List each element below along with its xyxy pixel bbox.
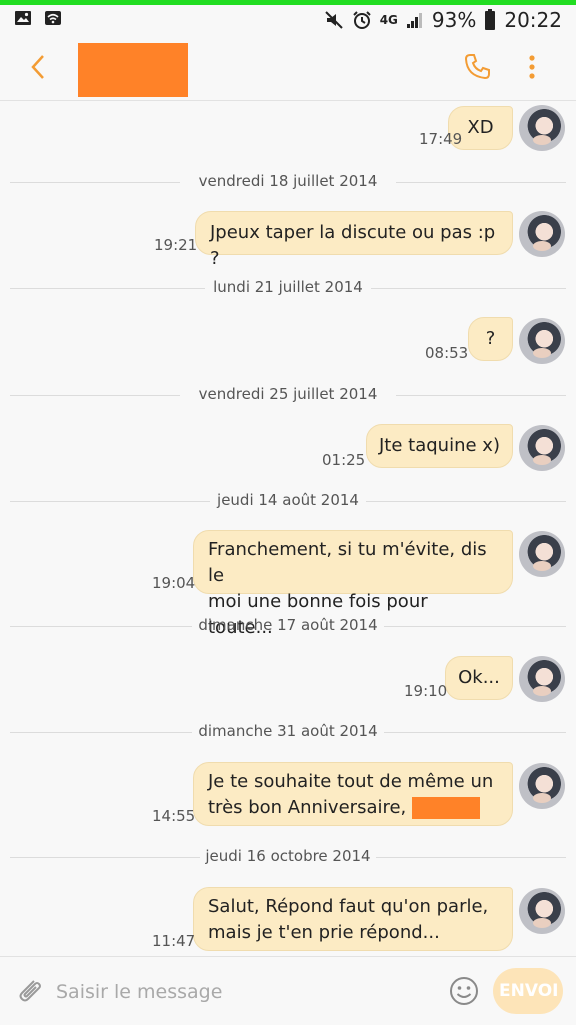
mute-icon: [324, 11, 343, 29]
avatar[interactable]: [519, 211, 565, 257]
message-bubble[interactable]: Jpeux taper la discute ou pas :p ?: [195, 211, 513, 269]
message-bubble[interactable]: Je te souhaite tout de même un très bon …: [193, 762, 513, 826]
message-time: 01:25: [322, 451, 366, 469]
date-label: vendredi 25 juillet 2014: [198, 385, 378, 403]
message-row: XD 17:49: [0, 101, 576, 161]
avatar[interactable]: [519, 763, 565, 809]
message-bubble[interactable]: Jte taquine x): [366, 424, 513, 468]
date-divider: jeudi 16 octobre 2014: [10, 847, 566, 867]
date-label: lundi 21 juillet 2014: [213, 278, 363, 296]
phone-icon[interactable]: [462, 52, 492, 82]
message-input[interactable]: [54, 973, 438, 1011]
status-bar: 4G 93% 20:22: [0, 0, 576, 34]
date-label: dimanche 17 août 2014: [198, 616, 378, 634]
date-divider: lundi 21 juillet 2014: [10, 278, 566, 298]
message-time: 14:55: [152, 807, 196, 825]
avatar[interactable]: [519, 105, 565, 151]
avatar[interactable]: [519, 318, 565, 364]
message-list[interactable]: XD 17:49 vendredi 18 juillet 2014 Jpeux …: [0, 101, 576, 956]
alarm-icon: [352, 11, 371, 29]
date-divider: dimanche 31 août 2014: [10, 722, 566, 742]
message-row: Jpeux taper la discute ou pas :p ? 19:21: [0, 209, 576, 269]
message-bubble[interactable]: Ok...: [445, 656, 513, 700]
system-status-icons: 4G 93% 20:22: [324, 8, 562, 32]
message-time: 11:47: [152, 932, 196, 950]
message-time: 17:49: [419, 130, 463, 148]
avatar[interactable]: [519, 531, 565, 577]
date-divider: vendredi 18 juillet 2014: [10, 172, 566, 192]
message-bubble[interactable]: Franchement, si tu m'évite, dis le moi u…: [193, 530, 513, 638]
message-time: 19:21: [154, 236, 198, 254]
message-time: 19:10: [404, 682, 448, 700]
date-divider: vendredi 25 juillet 2014: [10, 385, 566, 405]
back-arrow-icon[interactable]: [26, 52, 50, 82]
message-time: 08:53: [425, 344, 469, 362]
network-type: 4G: [379, 13, 398, 27]
conversation-header: [0, 34, 576, 101]
avatar[interactable]: [519, 656, 565, 702]
date-label: jeudi 14 août 2014: [217, 491, 359, 509]
image-notification-icon: [15, 11, 31, 25]
clock: 20:22: [504, 8, 562, 32]
battery-percentage: 93%: [431, 8, 477, 32]
redacted-name: [412, 797, 481, 819]
message-row: Je te souhaite tout de même un très bon …: [0, 761, 576, 827]
message-composer: ENVOI: [0, 956, 576, 1025]
more-vertical-icon[interactable]: [522, 52, 542, 82]
avatar[interactable]: [519, 888, 565, 934]
message-row: Salut, Répond faut qu'on parle, mais je …: [0, 886, 576, 952]
message-row: Franchement, si tu m'évite, dis le moi u…: [0, 529, 576, 638]
message-bubble[interactable]: Salut, Répond faut qu'on parle, mais je …: [193, 887, 513, 951]
notification-icons: [14, 9, 62, 27]
message-row: ? 08:53: [0, 315, 576, 365]
contact-name[interactable]: [78, 43, 188, 97]
message-time: 19:04: [152, 574, 196, 592]
date-label: vendredi 18 juillet 2014: [198, 172, 378, 190]
battery-icon: [485, 9, 496, 30]
emoji-icon[interactable]: [448, 975, 480, 1007]
date-divider: dimanche 17 août 2014: [10, 616, 566, 636]
signal-icon: [406, 13, 422, 28]
message-row: Jte taquine x) 01:25: [0, 422, 576, 472]
date-divider: jeudi 14 août 2014: [10, 491, 566, 511]
send-button[interactable]: ENVOI: [493, 968, 563, 1014]
date-label: dimanche 31 août 2014: [198, 722, 378, 740]
date-label: jeudi 16 octobre 2014: [205, 847, 371, 865]
paperclip-icon[interactable]: [14, 975, 46, 1007]
avatar[interactable]: [519, 425, 565, 471]
wifi-notification-icon: [45, 11, 61, 25]
message-bubble[interactable]: ?: [468, 317, 513, 361]
message-row: Ok... 19:10: [0, 654, 576, 704]
